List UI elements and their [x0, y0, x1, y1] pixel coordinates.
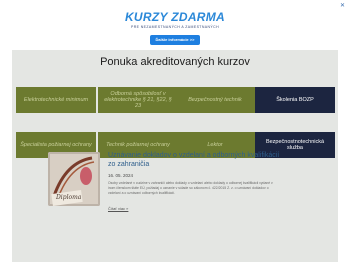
ad-banner[interactable]: ✕ KURZY ZDARMA PRE NEZAMESTNANÝCH A ZAME… [0, 0, 350, 50]
course-tile-label: Školenia BOZP [276, 96, 314, 103]
article-date: 16. 05. 2024 [108, 173, 134, 178]
course-tile-label: Bezpečnostný technik [188, 96, 242, 103]
ad-close-icon[interactable]: ✕ [340, 2, 345, 9]
ad-subtitle: PRE NEZAMESTNANÝCH A ZAMESTNANÝCH [130, 25, 220, 29]
course-tile-bezpecnostny-technik[interactable]: Bezpečnostný technik [175, 87, 255, 113]
thumb-diploma-text: Diploma [56, 194, 82, 201]
course-tile-odborna-sposobilost[interactable]: Odborná spôsobilosť v elektrotechnike § … [98, 87, 178, 113]
section-title: Ponuka akreditovaných kurzov [100, 56, 250, 68]
course-tile-skolenia-bozp[interactable]: Školenia BOZP [255, 87, 335, 113]
news-article: Diploma Uznávanie dokladov o vzdelaní a … [48, 148, 284, 212]
article-excerpt: Osoby vzdelané v cudzine v zahraničí ale… [108, 181, 273, 195]
ad-more-info-button[interactable]: Ďalšie informácie >> [150, 35, 200, 45]
article-title[interactable]: Uznávanie dokladov o vzdelaní a odbornýc… [108, 151, 284, 169]
ad-title: KURZY ZDARMA [124, 10, 226, 24]
read-more-link[interactable]: Čítať viac » [108, 206, 128, 211]
course-tile-elektrotechnicke-minimum[interactable]: Elektrotechnické minimum [16, 87, 96, 113]
course-tile-label: Odborná spôsobilosť v elektrotechnike § … [104, 90, 172, 110]
article-thumbnail[interactable]: Diploma [48, 152, 100, 206]
course-tile-label: Elektrotechnické minimum [23, 96, 89, 103]
